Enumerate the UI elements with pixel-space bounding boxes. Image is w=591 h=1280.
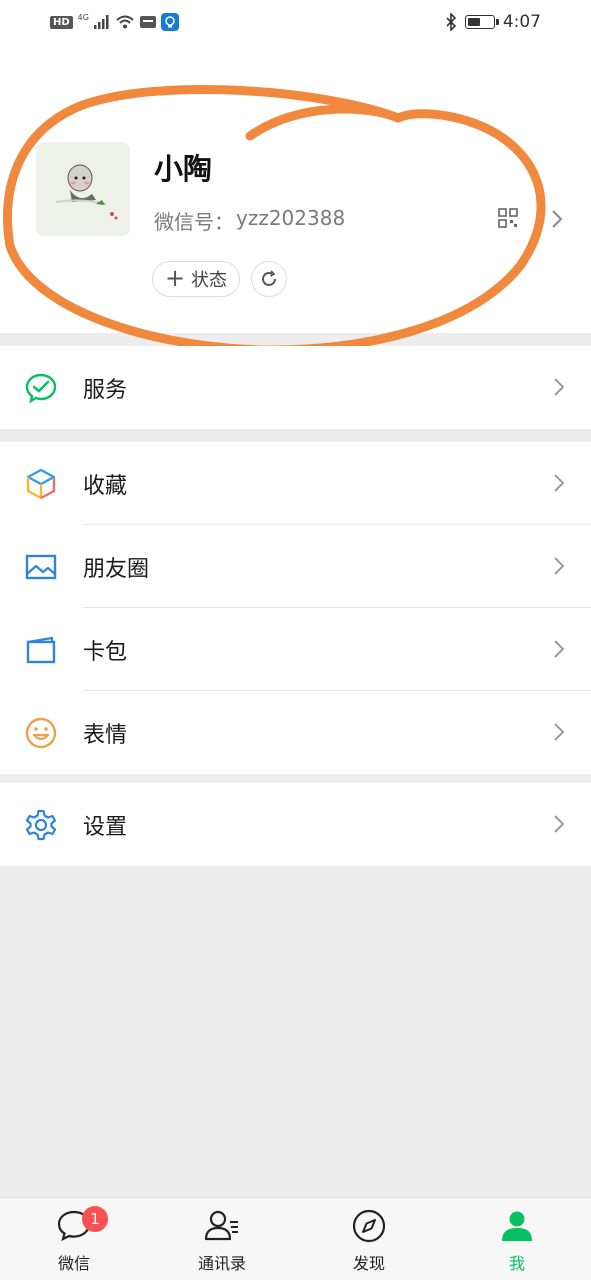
menu-item-stickers[interactable]: 表情 — [0, 691, 591, 774]
menu-item-favorites-label: 收藏 — [83, 473, 128, 499]
tab-me-label: 我 — [508, 1254, 525, 1273]
compass-icon — [352, 1209, 386, 1243]
clock: 4:07 — [502, 12, 541, 32]
chevron-right-icon — [554, 640, 565, 658]
avatar-image — [36, 142, 130, 236]
tab-me[interactable]: 我 — [443, 1198, 591, 1280]
qr-code-icon[interactable] — [498, 208, 518, 228]
tab-discover-label: 发现 — [352, 1254, 385, 1273]
refresh-status-button[interactable] — [251, 261, 287, 297]
menu-item-cards[interactable]: 卡包 — [0, 608, 591, 691]
menu-item-service[interactable]: 服务 — [0, 346, 591, 429]
favorites-icon — [26, 468, 56, 500]
status-button[interactable]: + 状态 — [152, 261, 240, 297]
app-notification-icon — [139, 16, 156, 28]
wechat-id-label: 微信号： — [154, 210, 234, 234]
wechat-id-value: yzz202388 — [236, 206, 346, 230]
menu-group-service: 服务 — [0, 346, 591, 429]
tab-contacts[interactable]: 通讯录 — [148, 1198, 296, 1280]
avatar[interactable] — [36, 142, 130, 236]
tab-chats-label: 微信 — [57, 1254, 90, 1273]
refresh-icon — [262, 270, 276, 286]
chevron-right-icon — [554, 815, 565, 833]
status-bar-left: HD 4G — [50, 13, 179, 31]
chevron-right-icon — [554, 557, 565, 575]
card-wallet-icon — [26, 636, 56, 664]
tab-chats[interactable]: 1 微信 — [0, 1198, 148, 1280]
status-bar: HD 4G 4:07 — [0, 0, 591, 46]
wifi-icon — [116, 15, 134, 29]
contacts-icon — [204, 1210, 238, 1241]
chevron-right-icon — [554, 474, 565, 492]
chevron-right-icon — [554, 378, 565, 396]
service-icon — [25, 373, 57, 404]
profile-name: 小陶 — [154, 152, 213, 186]
menu-item-service-label: 服务 — [83, 377, 128, 403]
tab-discover[interactable]: 发现 — [295, 1198, 443, 1280]
chevron-right-icon — [554, 723, 565, 741]
menu-item-settings-label: 设置 — [83, 814, 128, 840]
bulb-notification-icon — [160, 13, 179, 31]
battery-level — [467, 18, 481, 26]
tab-bar: 1 微信 通讯录 发现 我 — [0, 1197, 591, 1280]
bluetooth-icon — [446, 13, 456, 31]
profile-chevron-icon[interactable] — [550, 208, 564, 230]
tab-contacts-label: 通讯录 — [197, 1254, 246, 1273]
me-person-icon — [502, 1211, 532, 1241]
status-button-label: 状态 — [191, 270, 228, 291]
menu-group-main: 收藏 朋友圈 卡包 表情 — [0, 442, 591, 774]
battery-icon — [464, 15, 499, 29]
unread-badge: 1 — [82, 1206, 108, 1232]
signal-icon — [93, 15, 109, 29]
network-type: 4G — [77, 12, 89, 22]
menu-group-settings: 设置 — [0, 783, 591, 866]
menu-item-cards-label: 卡包 — [83, 639, 128, 665]
menu-item-settings[interactable]: 设置 — [0, 783, 591, 866]
menu-item-favorites[interactable]: 收藏 — [0, 442, 591, 525]
profile-header[interactable]: 小陶 微信号： yzz202388 + 状态 — [0, 46, 591, 333]
menu-item-stickers-label: 表情 — [83, 722, 128, 748]
settings-icon — [25, 809, 57, 841]
status-bar-right: 4:07 — [445, 12, 541, 32]
menu-item-moments[interactable]: 朋友圈 — [0, 525, 591, 608]
hd-indicator: HD — [50, 15, 73, 29]
plus-icon: + — [164, 264, 186, 292]
wechat-id-row: 微信号： yzz202388 — [154, 206, 345, 235]
menu-item-moments-label: 朋友圈 — [83, 556, 150, 582]
moments-icon — [25, 554, 57, 580]
sticker-icon — [25, 717, 57, 749]
